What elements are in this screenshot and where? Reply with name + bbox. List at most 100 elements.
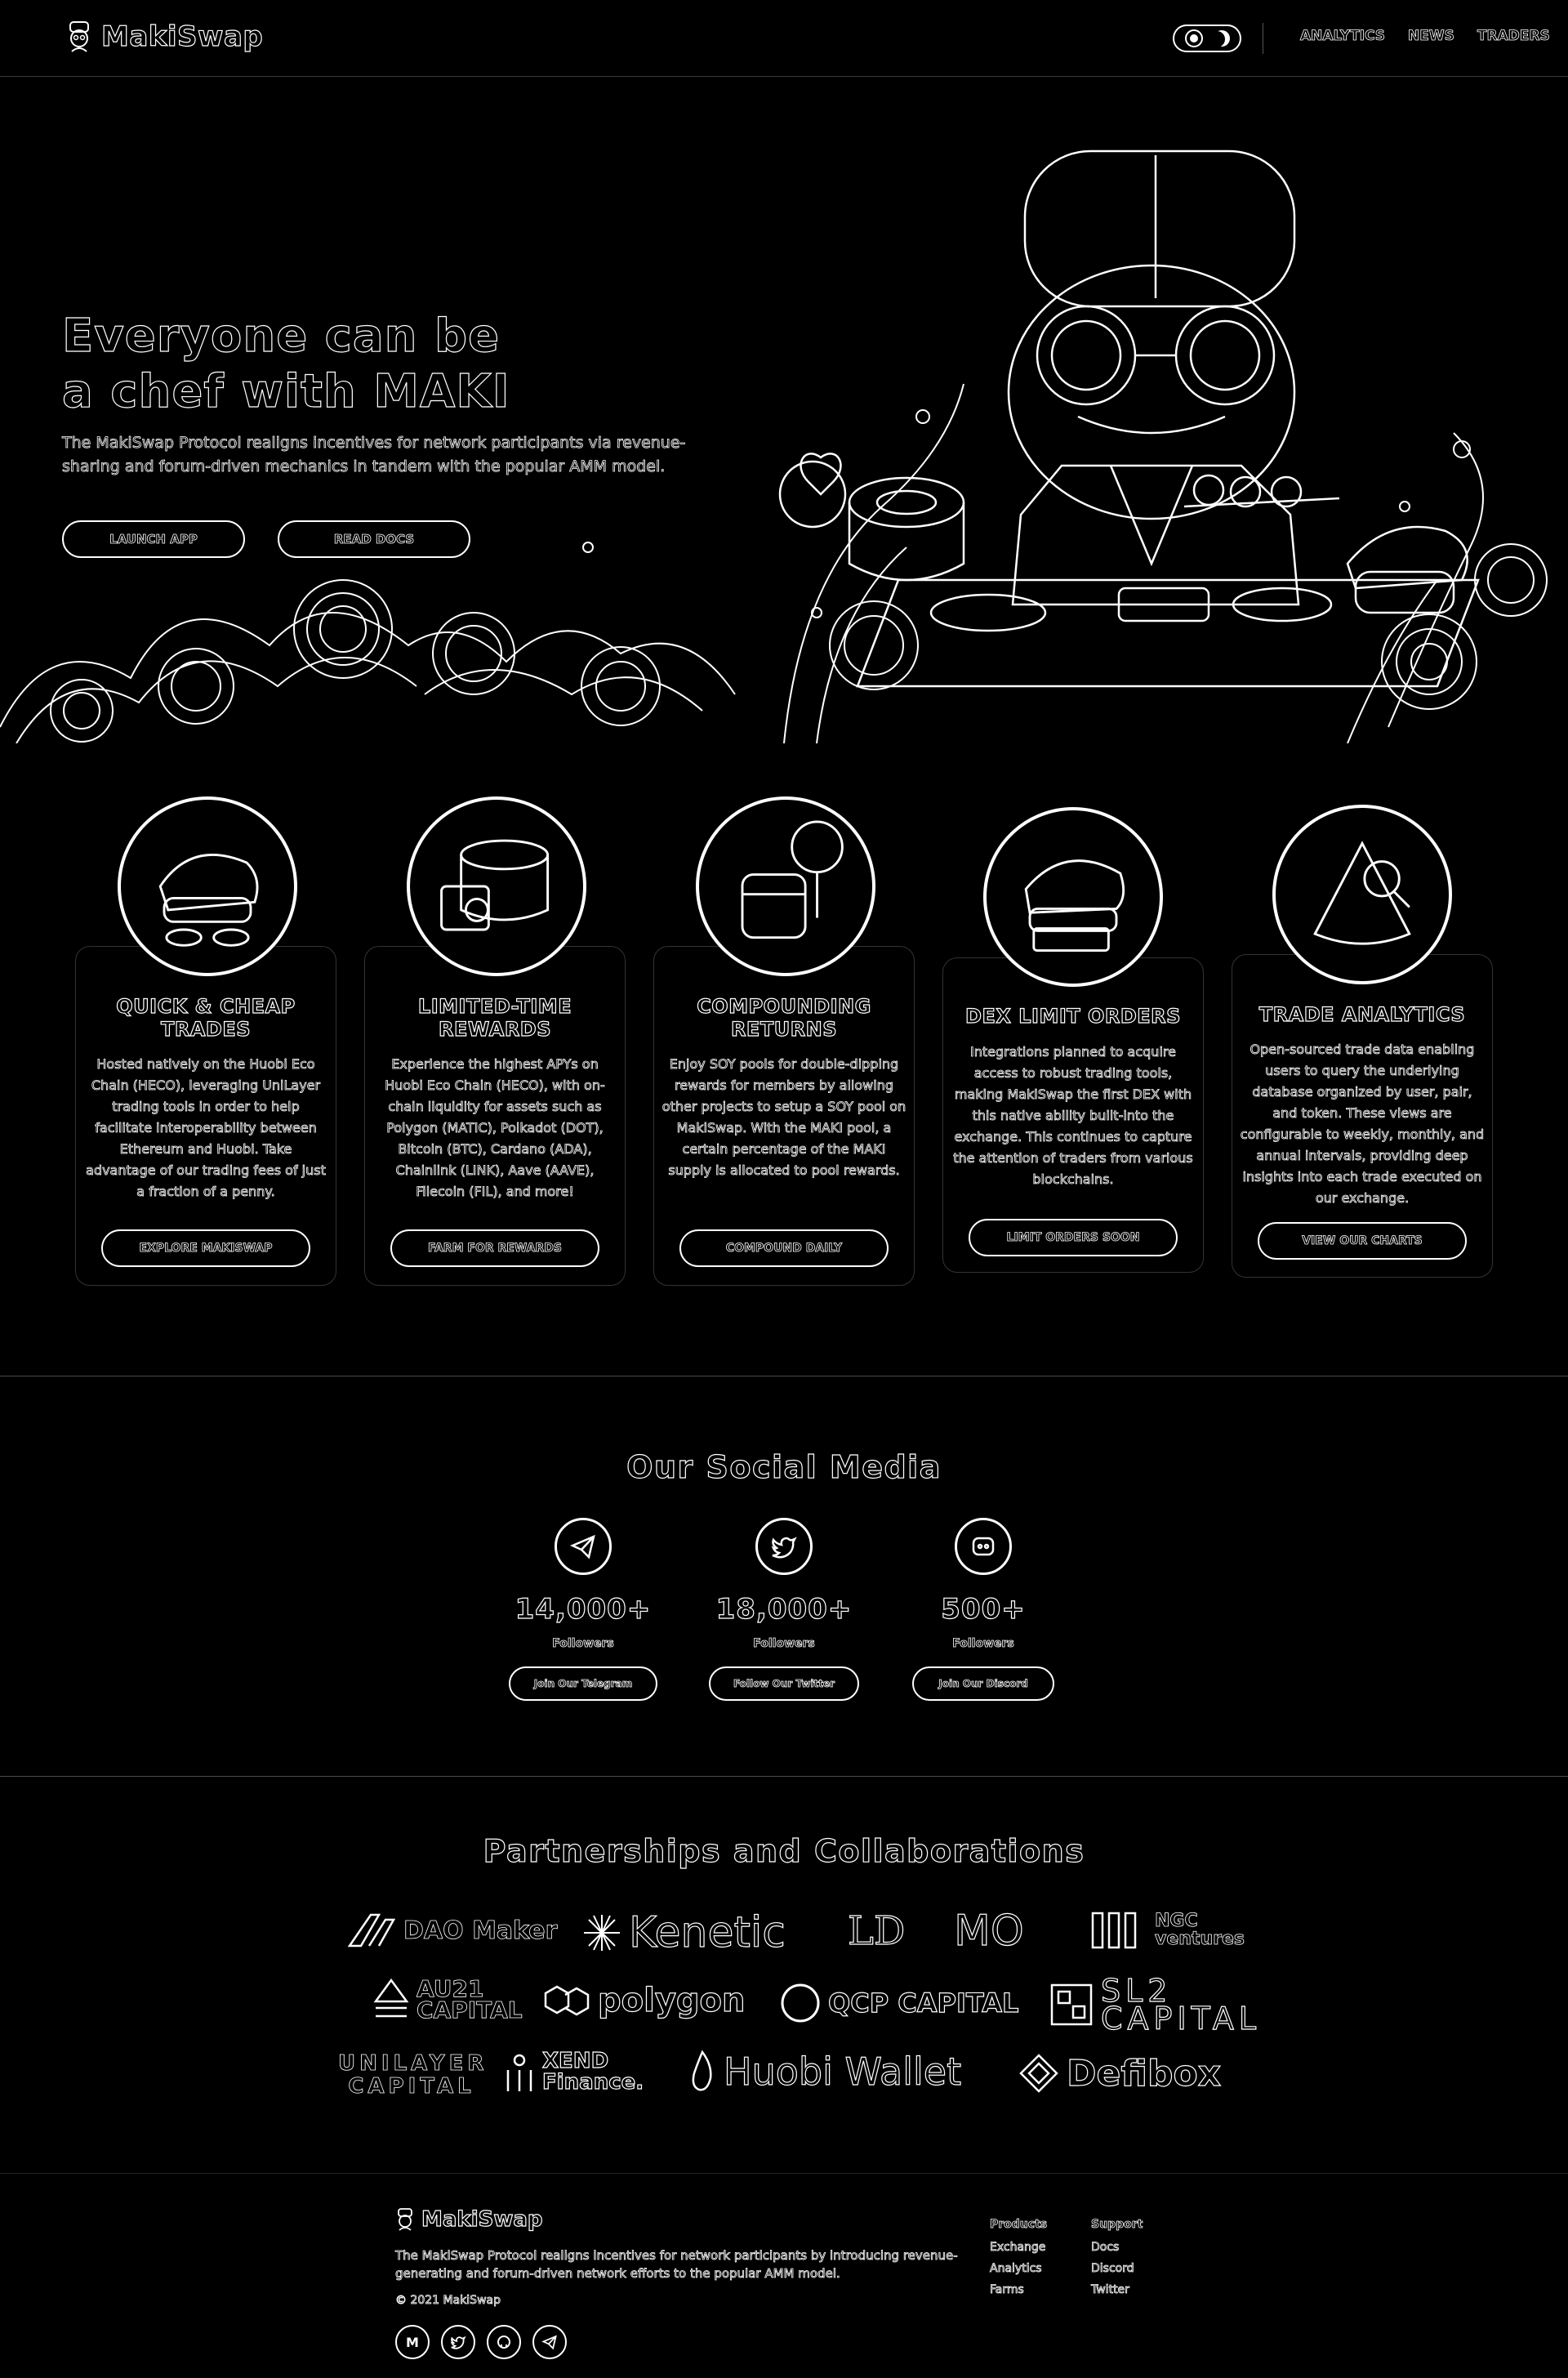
footer-support-column: Support Docs Discord Twitter: [1091, 2214, 1143, 2300]
footer-copyright: © 2021 MakiSwap: [395, 2294, 501, 2308]
nigiri-keyboard-icon: [983, 807, 1163, 987]
partner-polygon[interactable]: polygon: [542, 1981, 746, 2020]
partner-mo-label: MO: [953, 1906, 1024, 1956]
telegram-icon[interactable]: [532, 2325, 567, 2359]
footer-logo[interactable]: MakiSwap: [395, 2206, 543, 2233]
feature-title-trades: QUICK & CHEAP TRADES: [116, 994, 296, 1041]
medium-icon[interactable]: M: [395, 2325, 430, 2359]
partner-dao-maker-label: DAO Maker: [403, 1916, 558, 1945]
footer-link-discord[interactable]: Discord: [1091, 2258, 1143, 2279]
feature-desc-trades: Hosted natively on the Huobi Eco Chain (…: [86, 1056, 327, 1200]
partner-kenetic[interactable]: Kenetic: [581, 1907, 786, 1958]
partner-sl2[interactable]: SL2 CAPITAL: [1049, 1973, 1262, 2037]
launch-app-button[interactable]: LAUNCH APP: [62, 520, 245, 558]
brand-logo[interactable]: MakiSwap: [65, 18, 263, 56]
footer-divider: [0, 2173, 1568, 2174]
discord-followers-count: 500+: [941, 1592, 1026, 1626]
partner-dao-maker[interactable]: DAO Maker: [346, 1912, 558, 1949]
twitter-followers-label: Followers: [753, 1637, 815, 1651]
footer-social-icons: M: [395, 2325, 567, 2359]
footer-link-farms[interactable]: Farms: [990, 2279, 1047, 2300]
twitter-icon[interactable]: [441, 2325, 475, 2359]
nav-links: ANALYTICS NEWS TRADERS: [1300, 28, 1551, 45]
partner-au21-label: AU21 CAPITAL: [416, 1975, 523, 2023]
partner-ld[interactable]: LD: [847, 1907, 906, 1954]
compound-daily-button[interactable]: COMPOUND DAILY: [679, 1229, 889, 1267]
partner-kenetic-label: Kenetic: [628, 1907, 786, 1957]
social-section-title: Our Social Media: [626, 1448, 942, 1485]
partner-au21[interactable]: AU21 CAPITAL: [372, 1975, 523, 2023]
footer-link-docs[interactable]: Docs: [1091, 2237, 1143, 2258]
partner-qcp[interactable]: QCP CAPITAL: [779, 1982, 1019, 2024]
footer-link-analytics[interactable]: Analytics: [990, 2258, 1047, 2279]
feature-desc-rewards: Experience the highest APYs on Huobi Eco…: [385, 1056, 605, 1200]
wave-pattern-right: [783, 383, 1548, 743]
sun-icon: [1184, 29, 1203, 47]
partner-unilayer-label: UNILAYER CAPITAL: [338, 2051, 488, 2099]
partner-huobi-wallet[interactable]: Huobi Wallet: [688, 2049, 962, 2095]
social-telegram: 14,000+ Followers Join Our Telegram: [501, 1518, 665, 1701]
sushi-trades-icon: [118, 796, 297, 976]
footer-products-heading: Products: [990, 2218, 1048, 2232]
footer-products-column: Products Exchange Analytics Farms: [990, 2214, 1048, 2300]
partner-ld-label: LD: [847, 1907, 906, 1954]
section-divider: [0, 1776, 1568, 1777]
maki-rewards-icon: [407, 796, 586, 976]
partner-sl2-label: SL2 CAPITAL: [1100, 1973, 1262, 2037]
farm-for-rewards-button[interactable]: FARM FOR REWARDS: [390, 1229, 599, 1267]
footer-link-exchange[interactable]: Exchange: [990, 2237, 1047, 2258]
telegram-followers-label: Followers: [552, 1637, 614, 1651]
partner-huobi-wallet-label: Huobi Wallet: [723, 2049, 962, 2094]
moon-icon: [1214, 30, 1230, 47]
sushi-counter: [856, 578, 1480, 688]
partner-unilayer[interactable]: UNILAYER CAPITAL: [338, 2051, 488, 2099]
chef-character: [1007, 149, 1300, 606]
partner-polygon-label: polygon: [597, 1981, 746, 2019]
feature-desc-analytics: Open-sourced trade data enabling users t…: [1240, 1042, 1485, 1207]
telegram-followers-count: 14,000+: [514, 1592, 652, 1626]
nav-link-news[interactable]: NEWS: [1408, 28, 1455, 45]
feature-title-limit-orders: DEX LIMIT ORDERS: [964, 1004, 1181, 1028]
follow-twitter-button[interactable]: Follow Our Twitter: [709, 1666, 859, 1701]
join-telegram-button[interactable]: Join Our Telegram: [509, 1666, 657, 1701]
nigiri-character: [1346, 525, 1468, 614]
view-our-charts-button[interactable]: VIEW OUR CHARTS: [1258, 1222, 1467, 1260]
brand-name: MakiSwap: [100, 20, 264, 53]
sushi-plate: [1183, 474, 1340, 508]
chef-logo-icon: [398, 2208, 412, 2231]
onigiri-sign-icon: [696, 796, 875, 976]
partner-xend[interactable]: XEND Finance.: [503, 2049, 665, 2095]
partner-mo[interactable]: MO: [953, 1906, 1024, 1956]
footer-support-heading: Support: [1091, 2218, 1143, 2232]
partner-ngc[interactable]: NGC ventures: [1089, 1910, 1245, 1951]
twitter-icon[interactable]: [755, 1518, 813, 1575]
partner-qcp-label: QCP CAPITAL: [827, 1987, 1019, 2019]
github-icon[interactable]: [487, 2325, 521, 2359]
theme-toggle[interactable]: [1173, 25, 1241, 52]
footer-link-twitter[interactable]: Twitter: [1091, 2279, 1143, 2300]
footer-brand-name: MakiSwap: [421, 2206, 543, 2232]
partners-section-title: Partnerships and Collaborations: [483, 1832, 1085, 1869]
feature-title-compounding: COMPOUNDING RETURNS: [697, 994, 871, 1041]
telegram-icon[interactable]: [555, 1518, 612, 1575]
chef-logo-icon: [69, 21, 89, 52]
join-discord-button[interactable]: Join Our Discord: [912, 1666, 1054, 1701]
twitter-followers-count: 18,000+: [715, 1592, 853, 1626]
hero-title: Everyone can be a chef with MAKI: [61, 309, 510, 418]
explore-makiswap-button[interactable]: EXPLORE MAKISWAP: [101, 1229, 310, 1267]
read-docs-button[interactable]: READ DOCS: [278, 520, 470, 558]
limit-orders-soon-button[interactable]: LIMIT ORDERS SOON: [969, 1219, 1178, 1256]
onigiri-magnifier-icon: [1272, 805, 1452, 984]
social-discord: 500+ Followers Join Our Discord: [902, 1518, 1065, 1701]
feature-title-rewards: LIMITED-TIME REWARDS: [417, 994, 572, 1041]
partner-xend-label: XEND Finance.: [541, 2049, 644, 2095]
feature-desc-limit-orders: Integrations planned to acquire access t…: [953, 1044, 1193, 1188]
footer-description: The MakiSwap Protocol realigns incentive…: [395, 2248, 958, 2282]
partner-defibox-label: Defibox: [1066, 2052, 1222, 2095]
feature-title-analytics: TRADE ANALYTICS: [1258, 1002, 1466, 1026]
nav-link-analytics[interactable]: ANALYTICS: [1300, 28, 1386, 45]
top-nav: MakiSwap ANALYTICS NEWS TRADERS: [0, 0, 1568, 77]
partner-defibox[interactable]: Defibox: [1018, 2052, 1222, 2095]
nav-link-traders[interactable]: TRADERS: [1477, 28, 1550, 45]
discord-icon[interactable]: [955, 1518, 1012, 1575]
